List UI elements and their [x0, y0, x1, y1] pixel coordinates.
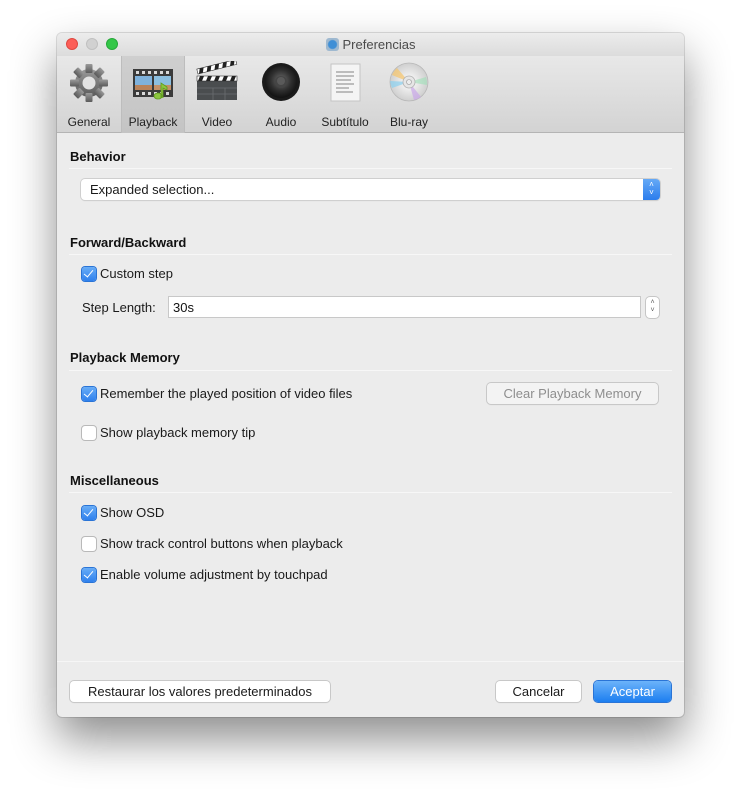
step-length-stepper[interactable]: ˄ ˅ [646, 297, 659, 318]
volume-touchpad-checkbox[interactable] [82, 568, 96, 582]
step-length-input[interactable] [168, 296, 641, 318]
behavior-popup[interactable]: Expanded selection... ˄ ˅ [81, 179, 660, 200]
popup-arrows-icon: ˄ ˅ [643, 179, 660, 200]
restore-defaults-button[interactable]: Restaurar los valores predeterminados [70, 681, 330, 702]
film-music-icon [133, 69, 173, 100]
app-icon [325, 38, 339, 51]
speaker-icon [262, 63, 300, 101]
track-control-buttons-checkbox[interactable] [82, 537, 96, 551]
playback-memory-tip-checkbox[interactable] [82, 426, 96, 440]
custom-step-label: Custom step [100, 266, 173, 281]
disc-icon [389, 62, 429, 102]
cancel-button[interactable]: Cancelar [496, 681, 581, 702]
preferences-toolbar: General Playback Video Audio Subtítulo B… [57, 56, 684, 133]
section-title-forward-backward: Forward/Backward [70, 235, 187, 250]
title-bar[interactable]: Preferencias [57, 33, 684, 56]
tab-video[interactable]: Video [185, 56, 249, 133]
behavior-popup-value: Expanded selection... [90, 182, 215, 197]
tab-subtitulo[interactable]: Subtítulo [313, 56, 377, 133]
show-osd-checkbox[interactable] [82, 506, 96, 520]
tab-subtitulo-label: Subtítulo [321, 115, 369, 129]
footer-divider [57, 661, 684, 662]
tab-bluray-label: Blu-ray [389, 115, 428, 129]
tab-playback-label: Playback [128, 115, 178, 129]
show-osd-label: Show OSD [100, 505, 165, 520]
tab-bluray[interactable]: Blu-ray [377, 56, 441, 133]
remember-position-label: Remember the played position of video fi… [100, 386, 353, 401]
tab-general[interactable]: General [57, 56, 121, 133]
tab-audio[interactable]: Audio [249, 56, 313, 133]
window-title: Preferencias [342, 37, 416, 52]
clear-playback-memory-button[interactable]: Clear Playback Memory [487, 383, 658, 404]
remember-position-checkbox[interactable] [82, 387, 96, 401]
volume-touchpad-label: Enable volume adjustment by touchpad [100, 567, 328, 582]
section-title-behavior: Behavior [70, 149, 126, 164]
divider [69, 370, 672, 371]
preferences-window: Preferencias General Playback Video Audi… [57, 33, 684, 717]
section-title-miscellaneous: Miscellaneous [70, 473, 159, 488]
step-length-label: Step Length: [82, 300, 156, 315]
divider [69, 168, 672, 169]
divider [69, 492, 672, 493]
tab-audio-label: Audio [265, 115, 297, 129]
gear-icon [70, 64, 108, 102]
tab-video-label: Video [201, 115, 233, 129]
tab-general-label: General [67, 115, 111, 129]
accept-button[interactable]: Aceptar [594, 681, 671, 702]
clapperboard-icon [196, 61, 238, 100]
tab-playback[interactable]: Playback [121, 56, 185, 133]
divider [69, 254, 672, 255]
document-icon [330, 63, 361, 102]
window-title-group: Preferencias [57, 37, 684, 52]
playback-memory-tip-label: Show playback memory tip [100, 425, 256, 440]
section-title-playback-memory: Playback Memory [70, 350, 180, 365]
custom-step-checkbox[interactable] [82, 267, 96, 281]
track-control-buttons-label: Show track control buttons when playback [100, 536, 343, 551]
